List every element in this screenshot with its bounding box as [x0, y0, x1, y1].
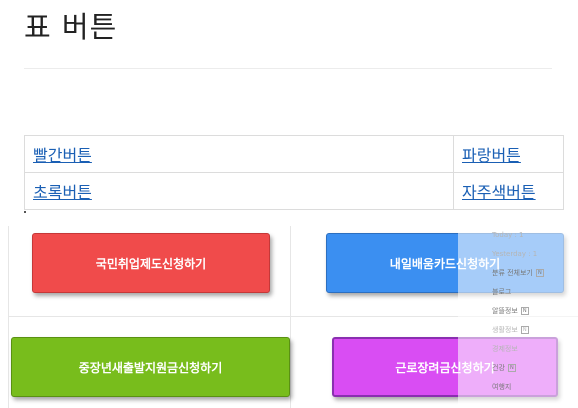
table-cell: 자주색버튼 [453, 172, 564, 210]
blue-button-link[interactable]: 파랑버튼 [462, 146, 521, 165]
sidebar-item-life[interactable]: 생활정보 N [492, 321, 578, 340]
table-cell: 빨간버튼 [24, 135, 454, 173]
midlife-support-button[interactable]: 중장년새출발지원금신청하기 [11, 337, 290, 397]
new-badge-icon: N [507, 364, 516, 372]
sidebar-item-label: 블로그 [492, 288, 512, 296]
link-table: 빨간버튼 파랑버튼 초록버튼 자주색버튼 [24, 135, 564, 210]
sidebar-item-deals[interactable]: 알뜰정보 N [492, 302, 578, 321]
grid-line [8, 226, 9, 408]
sidebar-item-blog[interactable]: 블로그 [492, 283, 578, 302]
sidebar-item-label: 건강 [492, 364, 505, 372]
sidebar-item-label: 생활정보 [492, 326, 518, 334]
red-button-link[interactable]: 빨간버튼 [33, 146, 92, 165]
sidebar: Today : 1 Yesterday : 1 분류 전체보기 N 블로그 알뜰정… [492, 226, 578, 397]
sidebar-item-label: 분류 전체보기 [492, 269, 533, 277]
list-marker [24, 211, 26, 213]
table-cell: 파랑버튼 [453, 135, 564, 173]
purple-button-link[interactable]: 자주색버튼 [462, 183, 536, 202]
table-row: 초록버튼 자주색버튼 [24, 172, 564, 210]
sidebar-item-all[interactable]: 분류 전체보기 N [492, 264, 578, 283]
sidebar-item-health[interactable]: 건강 N [492, 359, 578, 378]
visitor-today: Today : 1 [492, 231, 524, 239]
page-title: 표 버튼 [24, 10, 118, 44]
title-divider [24, 68, 552, 69]
visitor-yesterday: Yesterday : 1 [492, 250, 538, 258]
sidebar-item-label: 여행지 [492, 383, 512, 391]
sidebar-item-label: 알뜰정보 [492, 307, 518, 315]
sidebar-item-label: 경제정보 [492, 345, 518, 353]
new-badge-icon: N [520, 307, 529, 315]
sidebar-item-travel[interactable]: 여행지 [492, 378, 578, 397]
sidebar-item-economy[interactable]: 경제정보 [492, 340, 578, 359]
table-cell: 초록버튼 [24, 172, 454, 210]
green-button-link[interactable]: 초록버튼 [33, 183, 92, 202]
new-badge-icon: N [520, 326, 529, 334]
employment-program-button[interactable]: 국민취업제도신청하기 [32, 233, 270, 293]
table-row: 빨간버튼 파랑버튼 [24, 135, 564, 173]
grid-line [290, 226, 291, 408]
new-badge-icon: N [535, 269, 544, 277]
